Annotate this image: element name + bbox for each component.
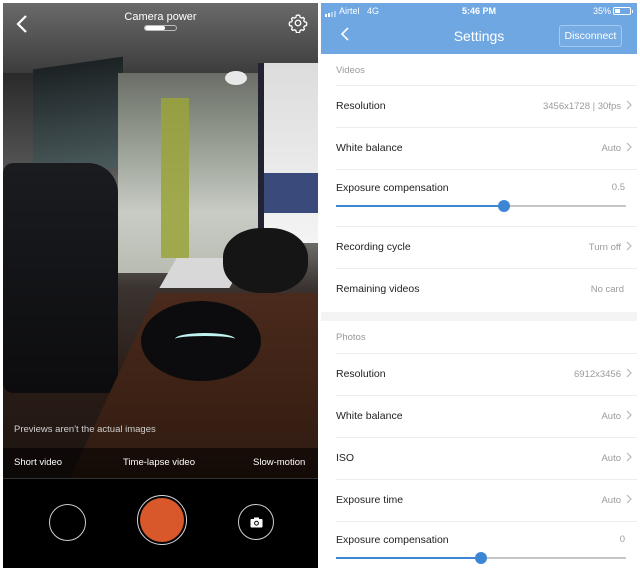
section-header-videos: Videos <box>336 65 365 76</box>
slider-fill <box>336 557 481 559</box>
gallery-button[interactable] <box>49 504 86 541</box>
remaining-videos-row: Remaining videos No card <box>336 269 637 311</box>
row-label: Exposure time <box>336 494 404 506</box>
row-label: Resolution <box>336 100 386 112</box>
preview-window <box>33 56 123 180</box>
chevron-right-icon <box>626 368 632 378</box>
row-label: Recording cycle <box>336 241 411 253</box>
camera-icon <box>250 517 262 527</box>
section-gap <box>321 312 637 321</box>
mode-slow-motion[interactable]: Slow-motion <box>253 457 305 468</box>
battery-percent: 35% <box>592 6 611 16</box>
mode-time-lapse-video[interactable]: Time-lapse video <box>123 457 195 468</box>
battery-status: 35% <box>592 6 633 16</box>
slider-thumb[interactable] <box>498 200 511 212</box>
row-label: ISO <box>336 452 355 464</box>
row-value: 3456x1728 | 30fps <box>542 101 621 112</box>
chevron-right-icon <box>626 100 632 110</box>
row-value: 6912x3456 <box>573 369 621 380</box>
settings-button[interactable] <box>288 13 308 34</box>
slider-value: 0.5 <box>611 182 625 193</box>
settings-nav-bar: Settings Disconnect <box>321 19 637 54</box>
chevron-right-icon <box>626 142 632 152</box>
video-exposure-compensation-row: Exposure compensation 0.5 <box>336 170 637 227</box>
row-value: Auto <box>601 143 621 154</box>
camera-power-label: Camera power <box>124 11 197 23</box>
preview-headphones <box>223 228 308 293</box>
row-label: White balance <box>336 142 403 154</box>
status-bar: Airtel 4G 5:46 PM 35% <box>321 3 637 19</box>
slider-value: 0 <box>619 534 625 545</box>
screen: Camera power Previews aren't the actual … <box>0 0 640 571</box>
record-icon <box>140 498 184 542</box>
video-exposure-slider[interactable] <box>336 200 626 212</box>
photo-exposure-slider[interactable] <box>336 552 626 564</box>
row-value: Turn off <box>588 242 621 253</box>
row-value: Auto <box>601 453 621 464</box>
preview-monitor-screen <box>264 173 318 213</box>
capture-controls <box>3 478 318 568</box>
camera-power-fill <box>145 26 166 30</box>
photo-exposure-time-row[interactable]: Exposure time Auto <box>336 480 637 522</box>
preview-disclaimer: Previews aren't the actual images <box>14 424 156 435</box>
recording-cycle-row[interactable]: Recording cycle Turn off <box>336 227 637 269</box>
row-label: White balance <box>336 410 403 422</box>
preview-ceiling-lamp <box>225 71 247 85</box>
video-white-balance-row[interactable]: White balance Auto <box>336 128 637 170</box>
settings-screen: Airtel 4G 5:46 PM 35% Settings Disconnec… <box>321 3 637 568</box>
slider-fill <box>336 205 505 207</box>
photo-white-balance-row[interactable]: White balance Auto <box>336 396 637 438</box>
row-value: Auto <box>601 411 621 422</box>
camera-screen: Camera power Previews aren't the actual … <box>3 3 318 568</box>
row-value: No card <box>590 284 624 295</box>
record-button[interactable] <box>137 495 187 545</box>
photo-iso-row[interactable]: ISO Auto <box>336 438 637 480</box>
video-resolution-row[interactable]: Resolution 3456x1728 | 30fps <box>336 86 637 128</box>
row-value: Auto <box>601 495 621 506</box>
row-label: Resolution <box>336 368 386 380</box>
chevron-right-icon <box>626 452 632 462</box>
slider-label: Exposure compensation <box>336 182 449 194</box>
chevron-right-icon <box>626 410 632 420</box>
camera-preview <box>3 3 318 478</box>
preview-monitor <box>258 63 318 243</box>
row-label: Remaining videos <box>336 283 420 295</box>
preview-chair <box>3 163 118 393</box>
camera-power-bar <box>144 25 177 31</box>
photo-exposure-compensation-row: Exposure compensation 0 <box>336 522 637 568</box>
status-time: 5:46 PM <box>461 6 496 16</box>
disconnect-button[interactable]: Disconnect <box>559 25 622 47</box>
chevron-right-icon <box>626 494 632 504</box>
gear-icon <box>288 14 308 34</box>
camera-top-bar: Camera power <box>3 3 318 43</box>
battery-icon <box>613 7 633 15</box>
photo-resolution-row[interactable]: Resolution 6912x3456 <box>336 354 637 396</box>
photo-mode-button[interactable] <box>238 504 274 540</box>
slider-label: Exposure compensation <box>336 534 449 546</box>
mode-selector: Short video Time-lapse video Slow-motion <box>3 448 318 478</box>
chevron-right-icon <box>626 241 632 251</box>
mode-short-video[interactable]: Short video <box>14 457 62 468</box>
preview-mouse-light <box>175 333 235 345</box>
preview-green-pillar <box>161 98 189 258</box>
slider-thumb[interactable] <box>475 552 487 564</box>
section-header-photos: Photos <box>336 332 366 343</box>
